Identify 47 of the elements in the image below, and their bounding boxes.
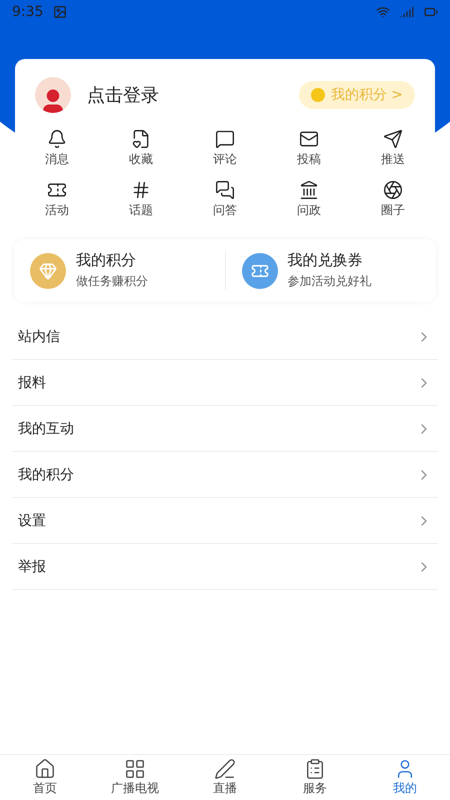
shortcut-button[interactable]: 问政 — [267, 180, 351, 219]
tab-item[interactable]: 直播 — [180, 755, 270, 800]
menu-item[interactable]: 举报 — [12, 544, 438, 590]
shortcut-button[interactable]: 消息 — [15, 129, 99, 168]
reward-title[interactable]: 我的积分 — [76, 251, 148, 270]
bell-icon — [47, 129, 67, 149]
reward-subtitle: 参加活动兑好礼 — [288, 273, 372, 290]
shortcut-button[interactable]: 活动 — [15, 180, 99, 219]
shortcut-button[interactable]: 投稿 — [267, 129, 351, 168]
shortcut-button[interactable]: 评论 — [183, 129, 267, 168]
tab-item[interactable]: 我的 — [360, 755, 450, 800]
image-icon — [53, 5, 68, 19]
shortcut-button[interactable]: 话题 — [99, 180, 183, 219]
menu-item[interactable]: 我的互动 — [12, 406, 438, 452]
comment-icon — [215, 129, 235, 149]
tab-item[interactable]: 首页 — [0, 755, 90, 800]
tab-item[interactable]: 广播电视 — [90, 755, 180, 800]
coin-icon — [310, 88, 325, 102]
status-time: 9:35 — [12, 4, 44, 20]
clipboard-icon — [304, 758, 326, 780]
menu-item[interactable]: 报料 — [12, 360, 438, 406]
signal-icon — [400, 5, 414, 19]
battery-icon — [424, 5, 438, 19]
pen-icon — [214, 758, 236, 780]
shortcut-button[interactable]: 收藏 — [99, 129, 183, 168]
aperture-icon — [383, 180, 403, 200]
chat-icon — [215, 180, 235, 200]
send-icon — [383, 129, 403, 149]
heart-document-icon — [131, 129, 151, 149]
hash-icon — [131, 180, 151, 200]
shortcut-button[interactable]: 问答 — [183, 180, 267, 219]
wifi-icon — [376, 5, 390, 19]
avatar-icon — [35, 77, 71, 113]
menu-item[interactable]: 站内信 — [12, 314, 438, 360]
login-link[interactable]: 点击登录 — [87, 83, 159, 107]
menu-item[interactable]: 我的积分 — [12, 452, 438, 498]
grid-icon — [124, 758, 146, 780]
tab-item[interactable]: 服务 — [270, 755, 360, 800]
menu-item[interactable]: 设置 — [12, 498, 438, 544]
shortcut-button[interactable]: 推送 — [351, 129, 435, 168]
coupon-icon — [242, 252, 278, 288]
home-icon — [34, 758, 56, 780]
shortcut-button[interactable]: 圈子 — [351, 180, 435, 219]
reward-title[interactable]: 我的兑换券 — [288, 251, 372, 270]
building-icon — [299, 180, 319, 200]
reward-subtitle: 做任务赚积分 — [76, 273, 148, 290]
mail-icon — [299, 129, 319, 149]
